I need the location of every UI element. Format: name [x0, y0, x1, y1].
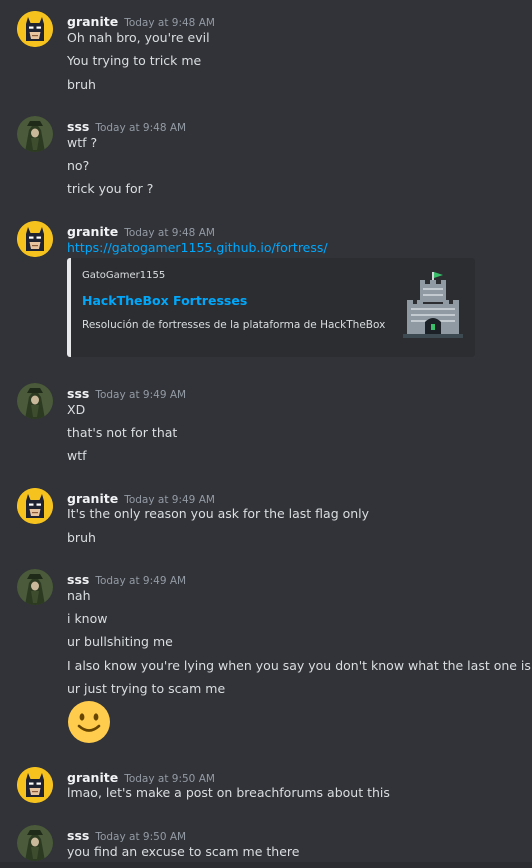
message-text: It's the only reason you ask for the las…: [67, 506, 370, 521]
message-header: sss Today at 9:48 AM: [67, 116, 186, 134]
message-text: you find an excuse to scam me there: [67, 844, 300, 859]
message-header: granite Today at 9:50 AM: [67, 767, 215, 785]
horizontal-scrollbar[interactable]: [0, 862, 532, 868]
slightly-smiling-face-icon[interactable]: [67, 700, 111, 744]
username[interactable]: sss: [67, 119, 89, 134]
avatar[interactable]: [17, 825, 53, 861]
message-link[interactable]: https://gatogamer1155.github.io/fortress…: [67, 240, 328, 255]
message-text: bruh: [67, 530, 96, 545]
username[interactable]: granite: [67, 491, 118, 506]
message-text: wtf ?: [67, 135, 98, 150]
avatar[interactable]: [17, 569, 53, 605]
message-header: sss Today at 9:49 AM: [67, 383, 186, 401]
avatar[interactable]: [17, 11, 53, 47]
message-text: lmao, let's make a post on breachforums …: [67, 785, 390, 800]
link-embed: GatoGamer1155 HackTheBox Fortresses Reso…: [67, 258, 475, 357]
avatar[interactable]: [17, 116, 53, 152]
timestamp[interactable]: Today at 9:50 AM: [124, 773, 215, 785]
message-header: granite Today at 9:48 AM: [67, 221, 215, 239]
message-text: I also know you're lying when you say yo…: [67, 658, 531, 673]
message-text: wtf: [67, 448, 87, 463]
timestamp[interactable]: Today at 9:48 AM: [124, 17, 215, 29]
embed-provider[interactable]: GatoGamer1155: [82, 270, 165, 281]
batman-icon: [17, 767, 53, 803]
batman-icon: [17, 488, 53, 524]
timestamp[interactable]: Today at 9:49 AM: [95, 389, 186, 401]
hooded-figure-icon: [17, 825, 53, 861]
avatar[interactable]: [17, 767, 53, 803]
castle-icon[interactable]: [403, 270, 463, 344]
chat-messages: granite Today at 9:48 AM Oh nah bro, you'…: [0, 0, 532, 868]
username[interactable]: sss: [67, 386, 89, 401]
batman-icon: [17, 221, 53, 257]
hooded-figure-icon: [17, 569, 53, 605]
message-text: that's not for that: [67, 425, 178, 440]
message-header: granite Today at 9:48 AM: [67, 11, 215, 29]
hooded-figure-icon: [17, 383, 53, 419]
message-text: ur just trying to scam me: [67, 681, 226, 696]
message-text: no?: [67, 158, 90, 173]
avatar[interactable]: [17, 221, 53, 257]
message-text: trick you for ?: [67, 181, 154, 196]
avatar[interactable]: [17, 383, 53, 419]
message-text: nah: [67, 588, 91, 603]
timestamp[interactable]: Today at 9:48 AM: [95, 122, 186, 134]
message-text: bruh: [67, 77, 96, 92]
avatar[interactable]: [17, 488, 53, 524]
timestamp[interactable]: Today at 9:49 AM: [124, 494, 215, 506]
embed-title[interactable]: HackTheBox Fortresses: [82, 293, 247, 308]
username[interactable]: granite: [67, 14, 118, 29]
hooded-figure-icon: [17, 116, 53, 152]
username[interactable]: sss: [67, 572, 89, 587]
username[interactable]: granite: [67, 224, 118, 239]
message-header: sss Today at 9:49 AM: [67, 569, 186, 587]
batman-icon: [17, 11, 53, 47]
message-header: sss Today at 9:50 AM: [67, 825, 186, 843]
message-text: Oh nah bro, you're evil: [67, 30, 210, 45]
embed-description: Resolución de fortresses de la plataform…: [82, 319, 386, 331]
timestamp[interactable]: Today at 9:50 AM: [95, 831, 186, 843]
message-text: You trying to trick me: [67, 53, 202, 68]
message-text: XD: [67, 402, 86, 417]
timestamp[interactable]: Today at 9:49 AM: [95, 575, 186, 587]
username[interactable]: granite: [67, 770, 118, 785]
username[interactable]: sss: [67, 828, 89, 843]
message-header: granite Today at 9:49 AM: [67, 488, 215, 506]
timestamp[interactable]: Today at 9:48 AM: [124, 227, 215, 239]
message-text: ur bullshiting me: [67, 634, 173, 649]
message-text: i know: [67, 611, 108, 626]
